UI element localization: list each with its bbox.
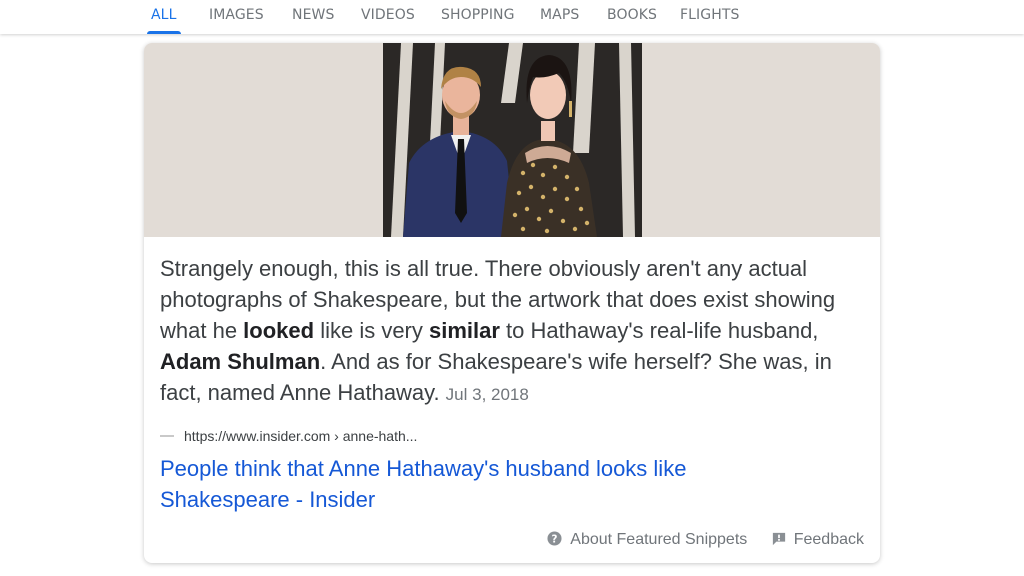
tab-shopping[interactable]: SHOPPING [441,7,515,23]
site-favicon-icon [160,435,174,438]
about-featured-snippets-button[interactable]: ? About Featured Snippets [547,531,747,549]
couple-photo-illustration [383,43,642,237]
snippet-text-part: like is very [314,318,429,343]
snippet-photo[interactable] [383,43,642,237]
tab-flights[interactable]: FLIGHTS [680,7,740,23]
tab-images[interactable]: IMAGES [209,7,264,23]
help-circle-icon: ? [547,531,562,546]
tab-maps[interactable]: MAPS [540,7,579,23]
svg-text:?: ? [552,533,558,545]
feedback-button[interactable]: Feedback [772,531,864,549]
result-title-link[interactable]: People think that Anne Hathaway's husban… [160,453,800,515]
snippet-bold-term: looked [243,318,315,343]
tab-news[interactable]: NEWS [292,7,334,23]
snippet-bold-term: similar [429,318,500,343]
search-tabs: ALL IMAGES NEWS VIDEOS SHOPPING MAPS BOO… [0,0,1024,34]
feedback-label: Feedback [793,531,864,548]
snippet-image-area[interactable] [144,43,880,237]
source-url[interactable]: https://www.insider.com › anne-hath... [184,428,417,444]
tab-all[interactable]: ALL [151,7,176,23]
feedback-flag-icon [772,532,785,546]
snippet-date: Jul 3, 2018 [445,385,529,404]
featured-snippet-card: Strangely enough, this is all true. Ther… [144,43,880,563]
snippet-text-part: to Hathaway's real-life husband, [499,318,819,343]
snippet-bold-term: Adam Shulman [160,349,321,374]
tab-videos[interactable]: VIDEOS [361,7,415,23]
about-featured-snippets-label: About Featured Snippets [570,531,748,548]
source-citation[interactable]: https://www.insider.com › anne-hath... [160,428,417,446]
snippet-text: Strangely enough, this is all true. Ther… [160,253,866,410]
snippet-footer: ? About Featured Snippets Feedback [547,531,864,551]
tab-books[interactable]: BOOKS [607,7,657,23]
active-tab-indicator [147,31,181,34]
